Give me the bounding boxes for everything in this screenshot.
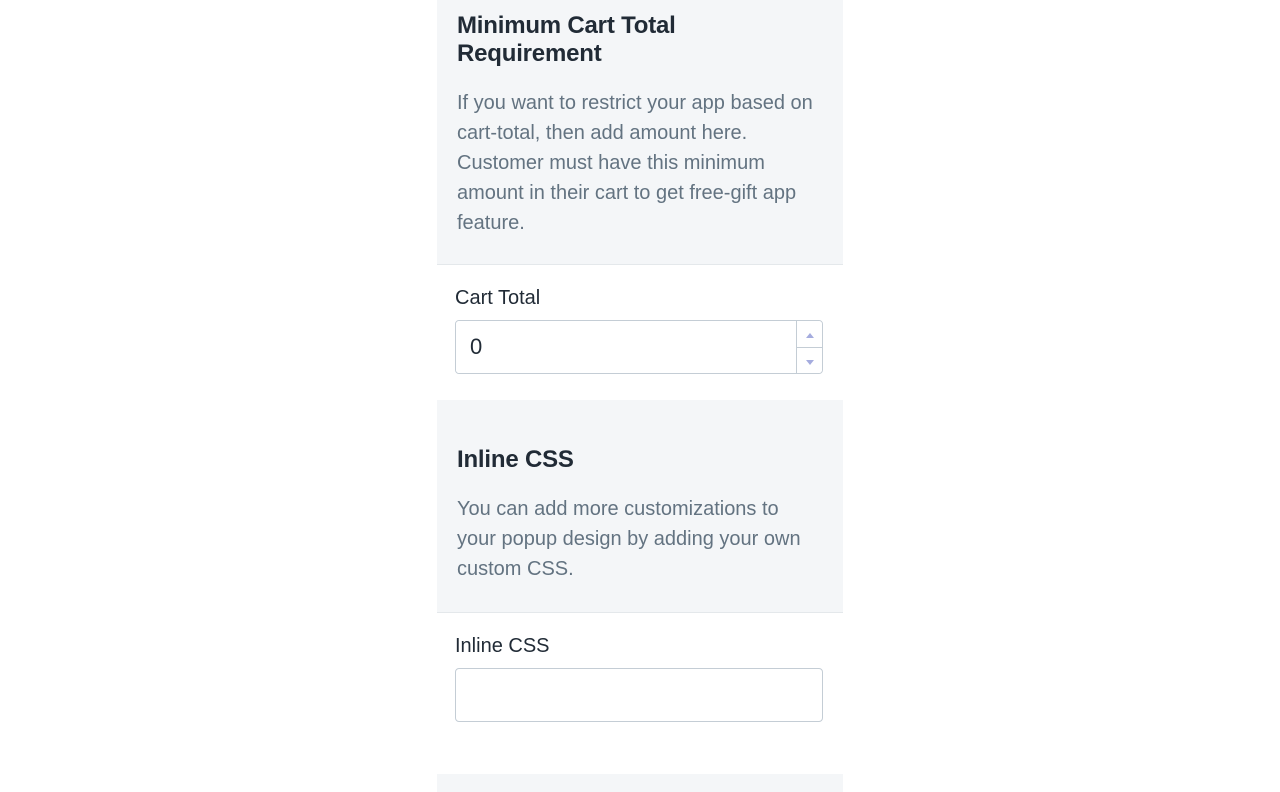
- inline-css-desc: You can add more customizations to your …: [457, 494, 823, 584]
- inline-css-title: Inline CSS: [457, 446, 823, 474]
- inline-css-input[interactable]: [455, 668, 823, 722]
- spinner-up-button[interactable]: [797, 321, 822, 348]
- caret-up-icon: [806, 326, 814, 341]
- min-cart-title: Minimum Cart Total Requirement: [457, 12, 823, 68]
- spinner-buttons: [796, 321, 822, 373]
- settings-panel: Minimum Cart Total Requirement If you wa…: [437, 0, 843, 792]
- next-section-strip: [437, 774, 843, 792]
- spinner-down-button[interactable]: [797, 348, 822, 374]
- cart-total-spinner: [455, 320, 823, 374]
- min-cart-desc: If you want to restrict your app based o…: [457, 88, 823, 238]
- min-cart-header: Minimum Cart Total Requirement If you wa…: [437, 0, 843, 265]
- inline-css-label: Inline CSS: [455, 635, 823, 658]
- cart-total-label: Cart Total: [455, 287, 823, 310]
- inline-css-header: Inline CSS You can add more customizatio…: [437, 400, 843, 613]
- caret-down-icon: [806, 353, 814, 368]
- min-cart-body: Cart Total: [437, 265, 843, 400]
- inline-css-body: Inline CSS: [437, 613, 843, 748]
- gap: [437, 748, 843, 774]
- cart-total-input[interactable]: [456, 321, 796, 373]
